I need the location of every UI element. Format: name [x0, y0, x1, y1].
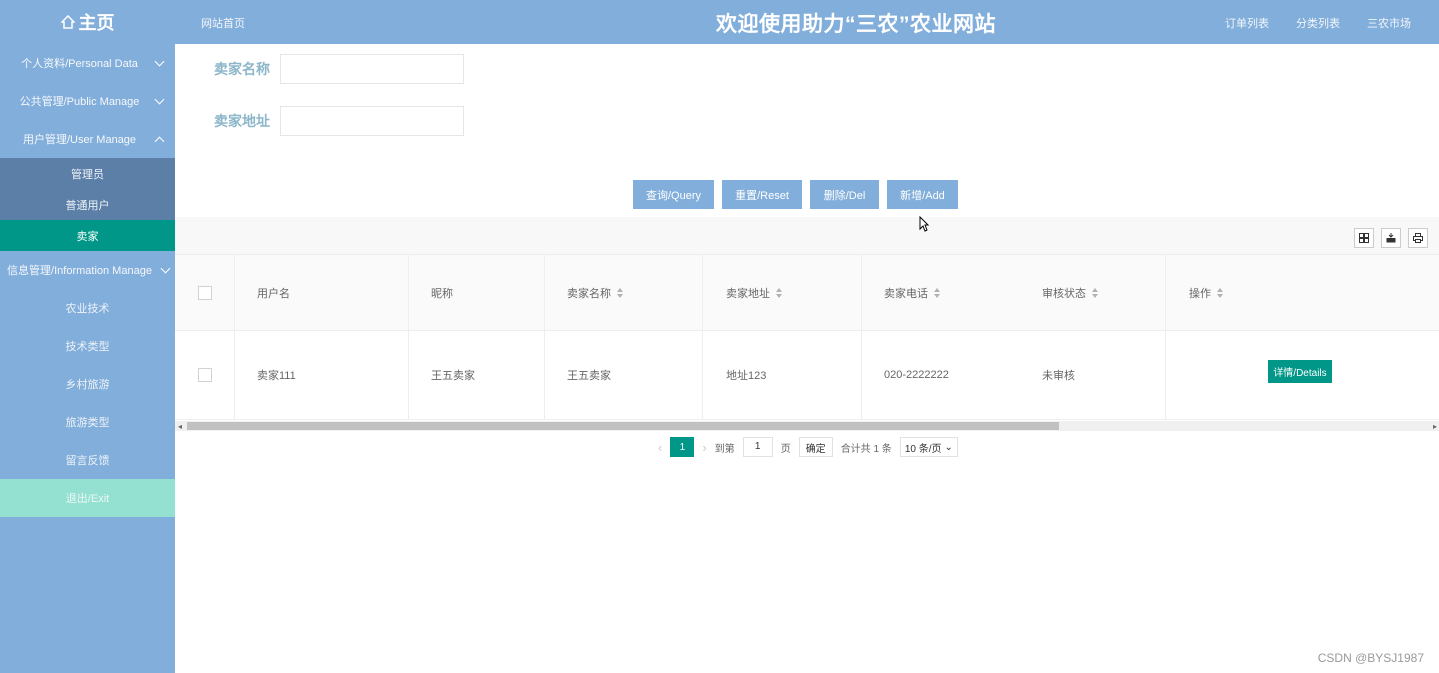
col-seller-phone[interactable]: 卖家电话 — [884, 255, 941, 330]
goto-confirm-button[interactable]: 确定 — [798, 437, 833, 457]
sidebar-group-user-manage[interactable]: 用户管理/User Manage — [0, 120, 175, 158]
prev-page-icon[interactable]: ‹ — [658, 440, 662, 455]
sidebar: 个人资料/Personal Data 公共管理/Public Manage 用户… — [0, 44, 175, 673]
horizontal-scrollbar[interactable]: ◂ ▸ — [175, 421, 1439, 431]
sort-icon[interactable] — [617, 287, 624, 298]
query-button[interactable]: 查询/Query — [633, 180, 714, 209]
page-size-select[interactable]: 10 条/页 ⌄ — [899, 437, 958, 457]
home-icon — [60, 15, 75, 29]
seller-address-input[interactable] — [280, 106, 464, 136]
main-content: 卖家名称 卖家地址 查询/Query 重置/Reset 删除/Del 新增/Ad… — [175, 44, 1439, 673]
total-count: 合计共 1 条 — [840, 443, 892, 455]
seller-address-row: 卖家地址 — [214, 106, 464, 136]
goto-label: 到第 — [714, 443, 735, 455]
current-page[interactable]: 1 — [670, 437, 695, 457]
cell-seller-address: 地址123 — [726, 370, 767, 382]
delete-button[interactable]: 删除/Del — [810, 180, 879, 209]
sidebar-group-label: 个人资料/Personal Data — [21, 58, 138, 70]
scroll-left-icon[interactable]: ◂ — [178, 422, 182, 431]
col-seller-address[interactable]: 卖家地址 — [726, 255, 783, 330]
col-actions[interactable]: 操作 — [1189, 255, 1224, 330]
col-seller-name[interactable]: 卖家名称 — [567, 255, 624, 330]
reset-button[interactable]: 重置/Reset — [722, 180, 802, 209]
chevron-down-icon: ⌄ — [944, 441, 953, 453]
sidebar-group-personal-data[interactable]: 个人资料/Personal Data — [0, 44, 175, 82]
sidebar-item-exit[interactable]: 退出/Exit — [0, 479, 175, 517]
scroll-right-icon[interactable]: ▸ — [1433, 422, 1437, 431]
sidebar-item-normal-user[interactable]: 普通用户 — [0, 189, 175, 220]
sidebar-item-tech-type[interactable]: 技术类型 — [0, 327, 175, 365]
top-links: 订单列表 分类列表 三农市场 — [1225, 15, 1411, 31]
seller-table: 用户名 昵称 卖家名称 卖家地址 卖家电话 审核状态 操作 卖家111 王五卖家… — [175, 255, 1439, 420]
sidebar-group-label: 公共管理/Public Manage — [19, 96, 140, 108]
cell-seller-phone: 020-2222222 — [884, 369, 949, 381]
cell-nickname: 王五卖家 — [431, 370, 475, 382]
sidebar-group-public-manage[interactable]: 公共管理/Public Manage — [0, 82, 175, 120]
sidebar-group-label: 用户管理/User Manage — [22, 134, 137, 146]
sidebar-item-seller[interactable]: 卖家 — [0, 220, 175, 251]
seller-name-label: 卖家名称 — [214, 61, 270, 77]
cell-status: 未审核 — [1042, 370, 1075, 382]
sidebar-item-tourism-type[interactable]: 旅游类型 — [0, 403, 175, 441]
sort-icon[interactable] — [1217, 287, 1224, 298]
table-header: 用户名 昵称 卖家名称 卖家地址 卖家电话 审核状态 操作 — [175, 255, 1439, 331]
next-page-icon[interactable]: › — [702, 440, 706, 455]
cell-username: 卖家111 — [257, 370, 296, 382]
col-username: 用户名 — [257, 287, 290, 300]
page-unit: 页 — [780, 443, 791, 455]
sidebar-group-label: 信息管理/Information Manage — [7, 265, 152, 277]
table-toolbar — [175, 217, 1439, 255]
print-icon[interactable] — [1408, 228, 1428, 248]
home-link[interactable]: 主页 — [0, 0, 175, 44]
cell-seller-name: 王五卖家 — [567, 370, 611, 382]
seller-address-label: 卖家地址 — [214, 113, 270, 129]
sidebar-item-agri-tech[interactable]: 农业技术 — [0, 289, 175, 327]
site-home-link[interactable]: 网站首页 — [201, 15, 245, 31]
chevron-down-icon — [154, 94, 165, 105]
select-all-checkbox[interactable] — [198, 255, 212, 330]
mouse-cursor-icon — [919, 216, 929, 232]
sidebar-item-rural-tourism[interactable]: 乡村旅游 — [0, 365, 175, 403]
col-nickname: 昵称 — [431, 287, 453, 300]
order-list-link[interactable]: 订单列表 — [1225, 15, 1269, 31]
sort-icon[interactable] — [934, 287, 941, 298]
user-manage-submenu: 管理员 普通用户 卖家 — [0, 158, 175, 251]
row-checkbox[interactable] — [198, 331, 212, 419]
scroll-thumb[interactable] — [187, 422, 1059, 430]
col-status[interactable]: 审核状态 — [1042, 255, 1099, 330]
sidebar-group-information-manage[interactable]: 信息管理/Information Manage — [0, 251, 175, 289]
table-row: 卖家111 王五卖家 王五卖家 地址123 020-2222222 未审核 详情… — [175, 331, 1439, 420]
columns-icon[interactable] — [1354, 228, 1374, 248]
goto-page-input[interactable]: 1 — [742, 437, 773, 457]
seller-name-input[interactable] — [280, 54, 464, 84]
top-header: 主页 网站首页 欢迎使用助力“三农”农业网站 订单列表 分类列表 三农市场 — [0, 0, 1439, 44]
chevron-up-icon — [154, 136, 165, 147]
home-label: 主页 — [78, 13, 115, 33]
pagination: ‹ 1 › 到第 1 页 确定 合计共 1 条 10 条/页 ⌄ — [658, 437, 958, 457]
add-button[interactable]: 新增/Add — [887, 180, 958, 209]
action-buttons: 查询/Query 重置/Reset 删除/Del 新增/Add — [633, 180, 958, 209]
watermark: CSDN @BYSJ1987 — [1317, 651, 1424, 665]
sort-icon[interactable] — [776, 287, 783, 298]
chevron-down-icon — [160, 263, 171, 274]
sort-icon[interactable] — [1092, 287, 1099, 298]
seller-name-row: 卖家名称 — [214, 54, 464, 84]
sidebar-item-admin[interactable]: 管理员 — [0, 158, 175, 189]
export-icon[interactable] — [1381, 228, 1401, 248]
sidebar-item-feedback[interactable]: 留言反馈 — [0, 441, 175, 479]
market-link[interactable]: 三农市场 — [1367, 15, 1411, 31]
category-list-link[interactable]: 分类列表 — [1296, 15, 1340, 31]
chevron-down-icon — [154, 56, 165, 67]
site-title: 欢迎使用助力“三农”农业网站 — [716, 13, 996, 36]
details-button[interactable]: 详情/Details — [1268, 360, 1332, 383]
